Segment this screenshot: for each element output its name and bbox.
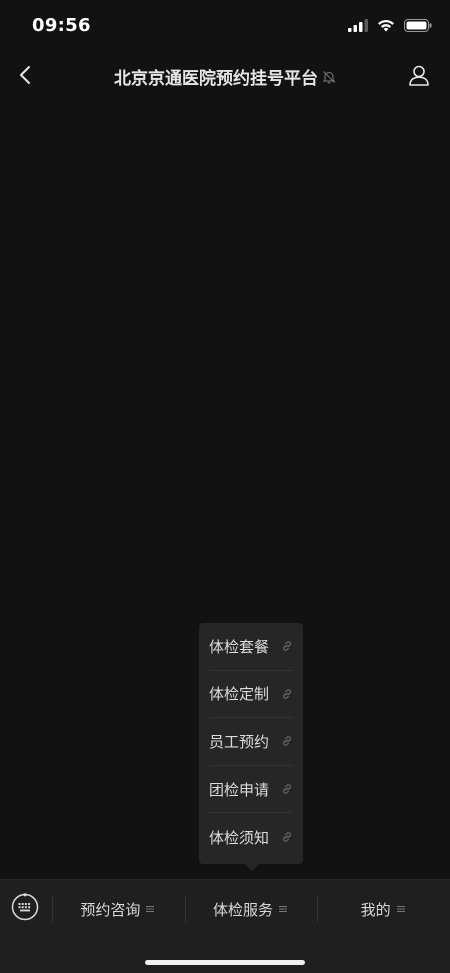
submenu-popup: 体检套餐 体检定制 员工预约 团检申请 体检须知 <box>199 623 303 864</box>
submenu-item-label: 体检定制 <box>209 685 270 704</box>
status-icons <box>348 16 432 36</box>
person-icon <box>408 64 430 90</box>
cellular-signal-icon <box>348 17 368 36</box>
submenu-item-label: 员工预约 <box>209 732 270 751</box>
submenu-item-employee[interactable]: 员工预约 <box>209 718 293 766</box>
bottom-menu-label: 预约咨询 <box>80 900 141 919</box>
submenu-item-label: 团检申请 <box>209 780 270 799</box>
nav-bar: 北京京通医院预约挂号平台 <box>0 52 450 102</box>
chat-screen: 09:56 北京京通医院预约挂号平台 体检套餐 体检定制 员工预约 团检申请 体… <box>0 0 450 973</box>
link-icon <box>281 783 293 795</box>
submenu-item-label: 体检套餐 <box>209 637 270 656</box>
submenu-item-group[interactable]: 团检申请 <box>209 766 293 814</box>
bottom-menu-label: 体检服务 <box>213 900 274 919</box>
submenu-item-notice[interactable]: 体检须知 <box>209 813 293 861</box>
keyboard-icon <box>11 893 39 925</box>
home-indicator[interactable] <box>145 960 305 965</box>
keyboard-toggle-button[interactable] <box>10 893 40 925</box>
bell-muted-icon <box>322 70 336 84</box>
page-title: 北京京通医院预约挂号平台 <box>114 69 318 89</box>
bottom-menu-item-mine[interactable]: 我的 <box>317 880 450 938</box>
bottom-menu-bar: 预约咨询 体检服务 我的 <box>0 879 450 973</box>
link-icon <box>281 831 293 843</box>
profile-button[interactable] <box>404 62 434 92</box>
menu-lines-icon <box>279 905 289 913</box>
submenu-item-package[interactable]: 体检套餐 <box>209 623 293 671</box>
link-icon <box>281 735 293 747</box>
link-icon <box>281 688 293 700</box>
submenu-popup-arrow <box>245 864 259 871</box>
wifi-icon <box>377 17 395 36</box>
battery-icon <box>404 17 432 36</box>
submenu-item-custom[interactable]: 体检定制 <box>209 671 293 719</box>
submenu-item-label: 体检须知 <box>209 828 270 847</box>
menu-lines-icon <box>146 905 156 913</box>
link-icon <box>281 640 293 652</box>
bottom-menu-item-consult[interactable]: 预约咨询 <box>52 880 185 938</box>
bottom-menu: 预约咨询 体检服务 我的 <box>52 880 450 938</box>
status-time: 09:56 <box>32 15 91 36</box>
bottom-menu-item-checkup[interactable]: 体检服务 <box>184 880 318 938</box>
menu-lines-icon <box>396 905 407 913</box>
status-bar: 09:56 <box>0 0 450 52</box>
bottom-menu-label: 我的 <box>360 900 391 919</box>
nav-title-group: 北京京通医院预约挂号平台 <box>0 64 450 89</box>
